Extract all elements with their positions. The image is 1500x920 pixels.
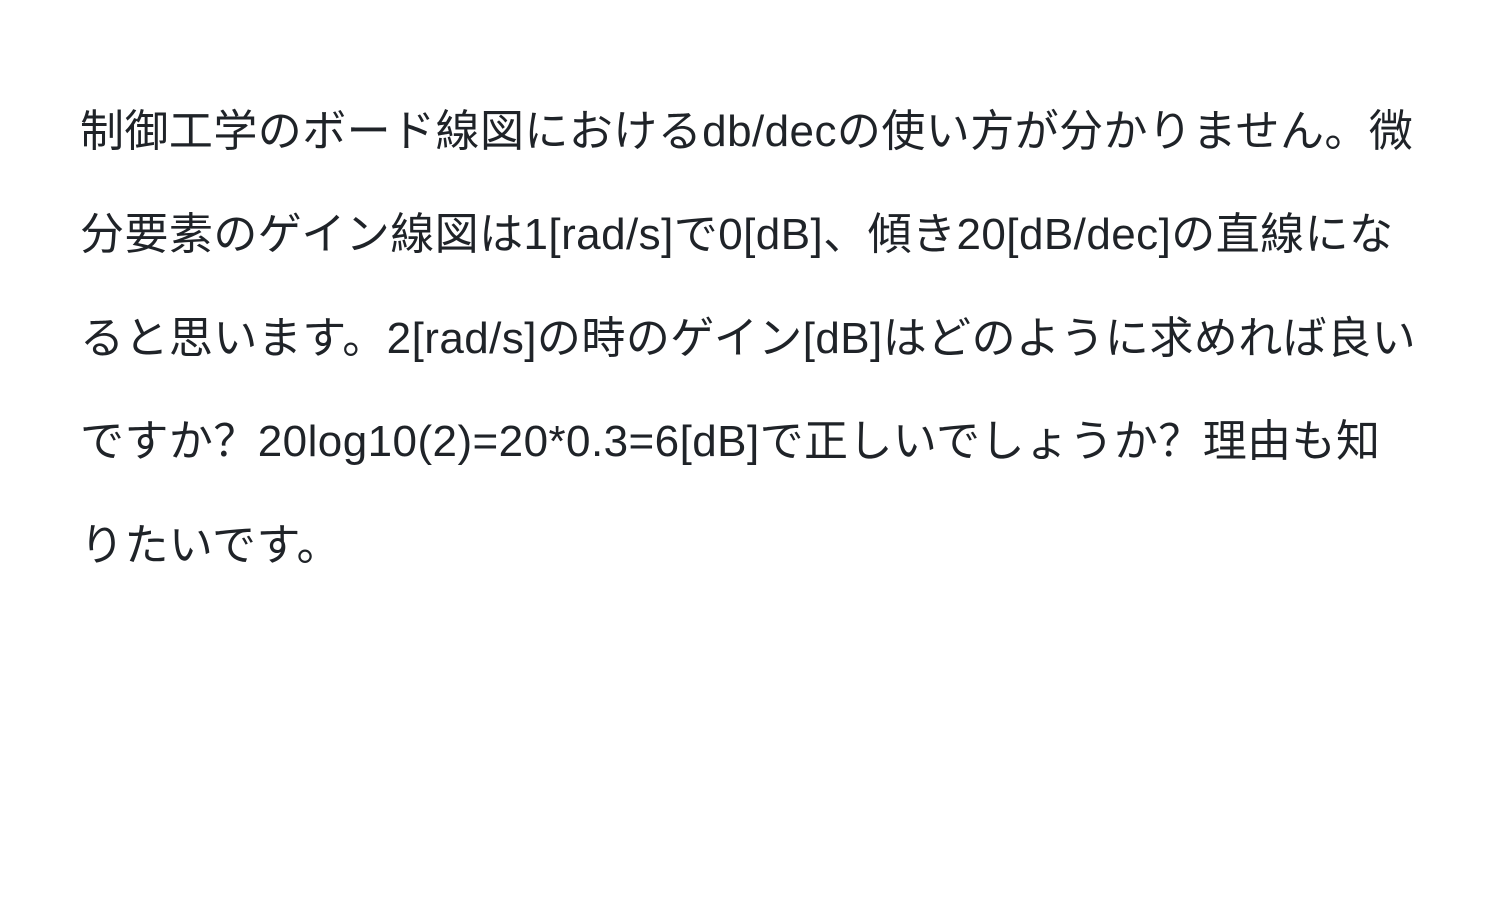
question-paragraph: 制御工学のボード線図におけるdb/decの使い方が分かりません。微分要素のゲイン… — [80, 80, 1420, 597]
